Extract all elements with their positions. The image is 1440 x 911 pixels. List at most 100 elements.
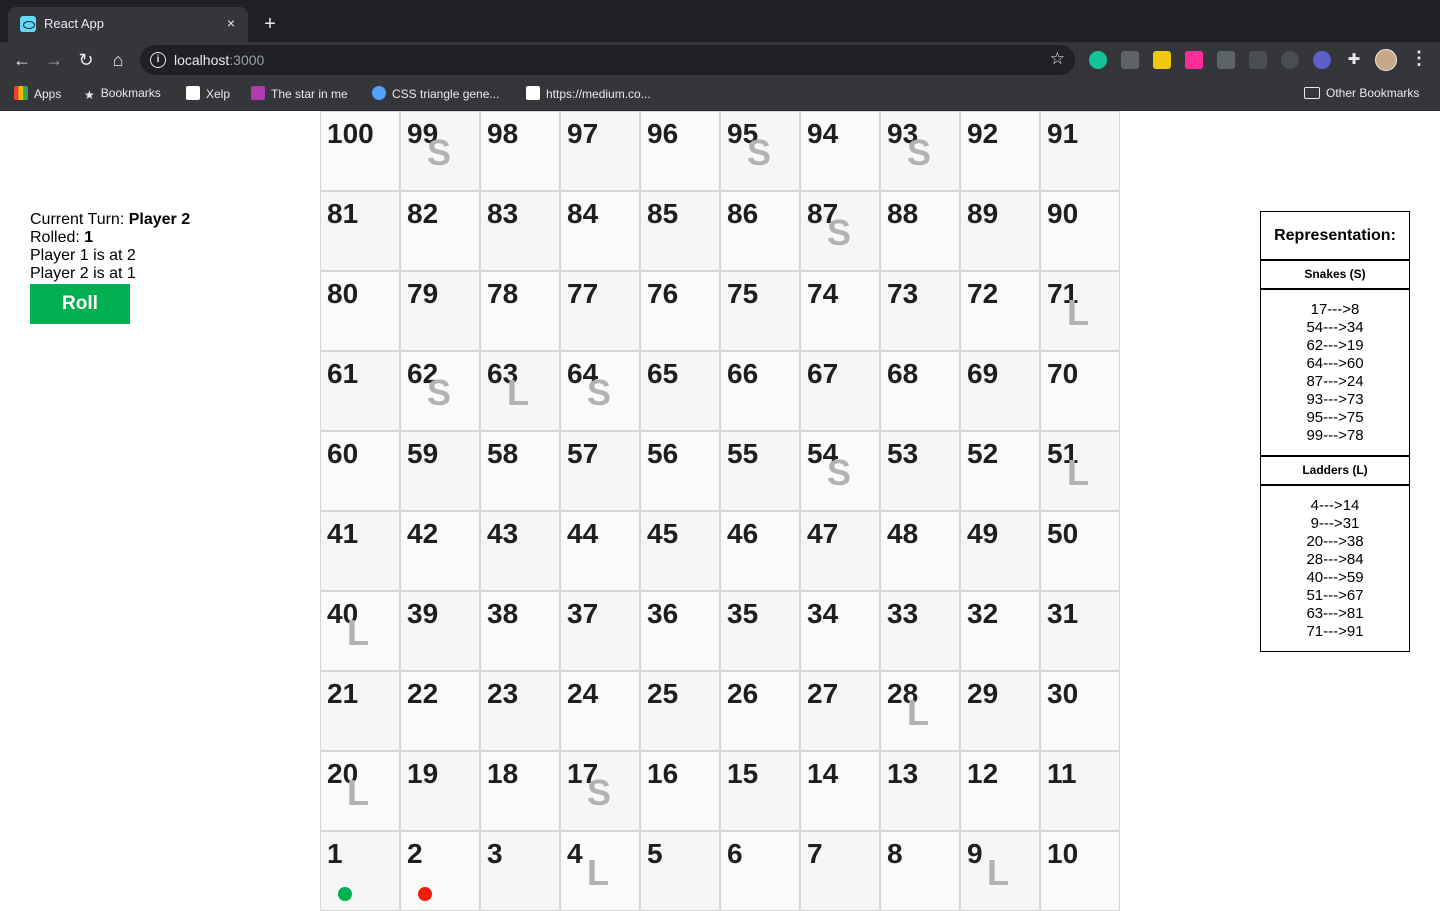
ladder-entry: 4--->14 — [1310, 497, 1360, 514]
extension-icon[interactable] — [1121, 51, 1139, 69]
browser-tab[interactable]: React App × — [8, 7, 248, 42]
medium-logo-icon — [526, 86, 540, 100]
cell-number: 50 — [1047, 518, 1079, 549]
cell-number: 89 — [967, 198, 999, 229]
roll-button[interactable]: Roll — [30, 284, 130, 324]
board-cell-29: 29 — [960, 671, 1040, 751]
board-cell-78: 78 — [480, 271, 560, 351]
puzzle-extensions-icon[interactable]: ✚ — [1345, 51, 1363, 69]
cell-number: 22 — [407, 678, 439, 709]
board-cell-72: 72 — [960, 271, 1040, 351]
board-cell-66: 66 — [720, 351, 800, 431]
cell-number: 52 — [967, 438, 999, 469]
ladders-title: Ladders (L) — [1261, 457, 1409, 486]
cell-number: 82 — [407, 198, 439, 229]
board-cell-31: 31 — [1040, 591, 1120, 671]
turn-value: Player 2 — [128, 211, 191, 228]
bookmark-star-in-me[interactable]: The star in me — [251, 86, 348, 101]
player2-position: Player 2 is at 1 — [30, 265, 136, 282]
bookmark-apps[interactable]: Apps — [14, 86, 61, 101]
ladder-marker: L — [347, 612, 369, 653]
board-cell-67: 67 — [800, 351, 880, 431]
cell-number: 14 — [807, 758, 839, 789]
board-cell-79: 79 — [400, 271, 480, 351]
cell-number: 55 — [727, 438, 759, 469]
board-cell-65: 65 — [640, 351, 720, 431]
site-info-icon[interactable]: i — [150, 52, 166, 68]
cell-number: 16 — [647, 758, 679, 789]
board-cell-56: 56 — [640, 431, 720, 511]
grammarly-extension-icon[interactable] — [1089, 51, 1107, 69]
tab-strip: React App × + — [0, 0, 1440, 42]
board-cell-94: 94 — [800, 111, 880, 191]
board-cell-13: 13 — [880, 751, 960, 831]
board-cell-33: 33 — [880, 591, 960, 671]
extension-icon[interactable] — [1185, 51, 1203, 69]
cell-number: 79 — [407, 278, 439, 309]
snake-marker: S — [427, 372, 452, 413]
cell-number: 4 — [567, 838, 583, 869]
address-bar[interactable]: i localhost:3000 ☆ — [140, 45, 1075, 75]
board-cell-91: 91 — [1040, 111, 1120, 191]
rolled-value: Rolled: 1 — [30, 229, 190, 247]
other-bookmarks[interactable]: Other Bookmarks — [1304, 86, 1419, 100]
cell-number: 65 — [647, 358, 679, 389]
bookmark-star-icon[interactable]: ☆ — [1050, 49, 1065, 69]
close-tab-icon[interactable]: × — [222, 14, 240, 32]
extension-icon[interactable] — [1313, 51, 1331, 69]
bookmark-bookmarks[interactable]: ★ Bookmarks — [84, 86, 161, 102]
bookmark-xelp[interactable]: Xelp — [186, 86, 230, 101]
extension-icon[interactable] — [1249, 51, 1267, 69]
bookmark-label: https://medium.co... — [546, 87, 651, 101]
extension-icon[interactable] — [1153, 51, 1171, 69]
reload-icon[interactable]: ↻ — [74, 48, 98, 72]
cell-number: 6 — [727, 838, 743, 869]
cell-number: 69 — [967, 358, 999, 389]
home-icon[interactable]: ⌂ — [106, 48, 130, 72]
board-cell-98: 98 — [480, 111, 560, 191]
profile-avatar[interactable] — [1375, 49, 1397, 71]
cell-number: 29 — [967, 678, 999, 709]
board-cell-11: 11 — [1040, 751, 1120, 831]
menu-kebab-icon[interactable]: ⋮ — [1410, 48, 1428, 69]
cell-number: 60 — [327, 438, 359, 469]
cell-number: 38 — [487, 598, 519, 629]
extension-icon[interactable] — [1281, 51, 1299, 69]
cell-number: 48 — [887, 518, 919, 549]
board-cell-68: 68 — [880, 351, 960, 431]
board-cell-74: 74 — [800, 271, 880, 351]
board-cell-93: 93 S — [880, 111, 960, 191]
cell-number: 75 — [727, 278, 759, 309]
board-cell-20: 20 L — [320, 751, 400, 831]
board-cell-96: 96 — [640, 111, 720, 191]
snakes-list: 17--->8 54--->34 62--->19 64--->60 87--->24 9… — [1261, 290, 1409, 457]
cell-number: 88 — [887, 198, 919, 229]
cell-number: 68 — [887, 358, 919, 389]
board-cell-62: 62 S — [400, 351, 480, 431]
bookmark-css-triangle[interactable]: CSS triangle gene... — [372, 86, 499, 101]
cell-number: 18 — [487, 758, 519, 789]
ladder-marker: L — [907, 692, 929, 733]
board-cell-22: 22 — [400, 671, 480, 751]
turn-label: Current Turn: — [30, 211, 129, 228]
cell-number: 49 — [967, 518, 999, 549]
cell-number: 47 — [807, 518, 839, 549]
board-cell-50: 50 — [1040, 511, 1120, 591]
board-cell-9: 9L — [960, 831, 1040, 911]
board-cell-30: 30 — [1040, 671, 1120, 751]
new-tab-button[interactable]: + — [258, 13, 282, 37]
cell-number: 46 — [727, 518, 759, 549]
forward-icon[interactable]: → — [42, 48, 66, 72]
board-cell-59: 59 — [400, 431, 480, 511]
extension-icon[interactable] — [1217, 51, 1235, 69]
snake-entry: 95--->75 — [1306, 409, 1364, 426]
bookmark-medium[interactable]: https://medium.co... — [526, 86, 651, 101]
bookmark-label: The star in me — [271, 87, 348, 101]
cell-number: 56 — [647, 438, 679, 469]
board-cell-63: 63 L — [480, 351, 560, 431]
back-icon[interactable]: ← — [10, 48, 34, 72]
board-cell-4: 4L — [560, 831, 640, 911]
xelp-logo-icon — [186, 86, 200, 100]
board-cell-32: 32 — [960, 591, 1040, 671]
board-cell-38: 38 — [480, 591, 560, 671]
